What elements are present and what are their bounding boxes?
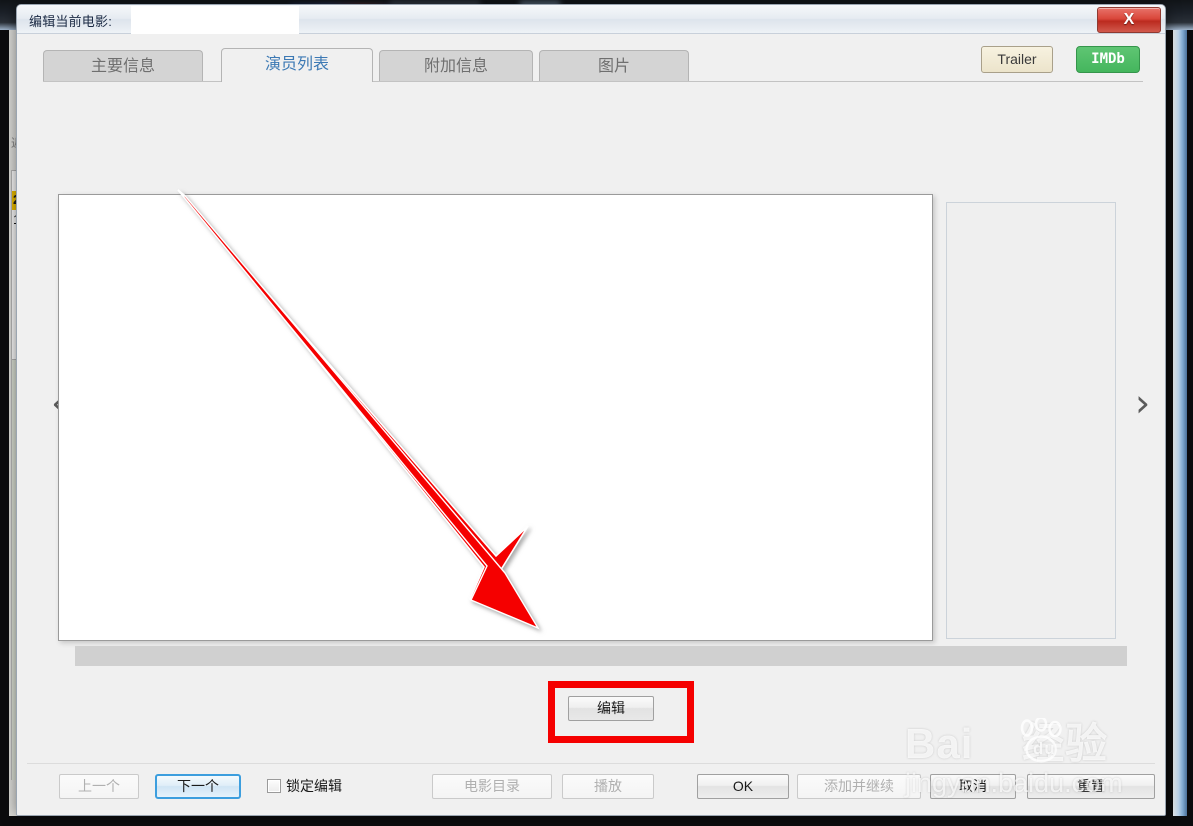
trailer-button[interactable]: Trailer	[981, 46, 1053, 73]
tab-extra-info[interactable]: 附加信息	[379, 50, 533, 82]
edit-button[interactable]: 编辑	[568, 696, 654, 721]
dialog-body: 主要信息 演员列表 附加信息 图片 Trailer IMDb ‹ › 编辑 上一…	[17, 34, 1165, 815]
screenshot-root: 返 2 1 编辑当前电影: X 主要信息 演员列表 附加信息 图片 Traile	[0, 0, 1193, 826]
tabstrip: 主要信息 演员列表 附加信息 图片	[43, 48, 1143, 82]
tab-main-info[interactable]: 主要信息	[43, 50, 203, 82]
dialog-bottom-bar: 上一个 下一个 锁定编辑 电影目录 播放 OK 添加并继续 取消 重置	[27, 763, 1155, 807]
close-icon[interactable]: X	[1097, 7, 1161, 33]
background-right-scroll[interactable]	[1173, 30, 1187, 826]
tab-pictures[interactable]: 图片	[539, 50, 689, 82]
imdb-button[interactable]: IMDb	[1076, 46, 1140, 73]
reset-button[interactable]: 重置	[1027, 774, 1155, 799]
add-and-continue-button[interactable]: 添加并继续	[797, 774, 921, 799]
dialog-titlebar[interactable]: 编辑当前电影: X	[17, 5, 1165, 36]
next-button[interactable]: 下一个	[155, 774, 241, 799]
cancel-button[interactable]: 取消	[930, 774, 1016, 799]
ok-button[interactable]: OK	[697, 774, 789, 799]
background-bottom-frame	[0, 816, 1193, 826]
next-actor-chevron-icon[interactable]: ›	[1135, 384, 1150, 422]
close-icon-glyph: X	[1123, 11, 1135, 28]
lock-edit-checkbox-box[interactable]	[267, 779, 281, 793]
cast-list-panel[interactable]	[58, 194, 933, 641]
tabstrip-underline	[43, 81, 1143, 82]
play-button[interactable]: 播放	[562, 774, 654, 799]
horizontal-scrollbar[interactable]	[75, 646, 1127, 666]
lock-edit-label: 锁定编辑	[286, 778, 342, 794]
lock-edit-checkbox[interactable]: 锁定编辑	[267, 776, 342, 796]
previous-button[interactable]: 上一个	[59, 774, 139, 799]
actor-photo-panel[interactable]	[946, 202, 1116, 639]
edit-movie-dialog: 编辑当前电影: X 主要信息 演员列表 附加信息 图片 Trailer IMDb…	[16, 4, 1166, 816]
dialog-title-redaction	[131, 6, 299, 36]
dialog-title: 编辑当前电影:	[29, 14, 113, 29]
movie-catalog-button[interactable]: 电影目录	[432, 774, 552, 799]
tab-cast-list[interactable]: 演员列表	[221, 48, 373, 82]
